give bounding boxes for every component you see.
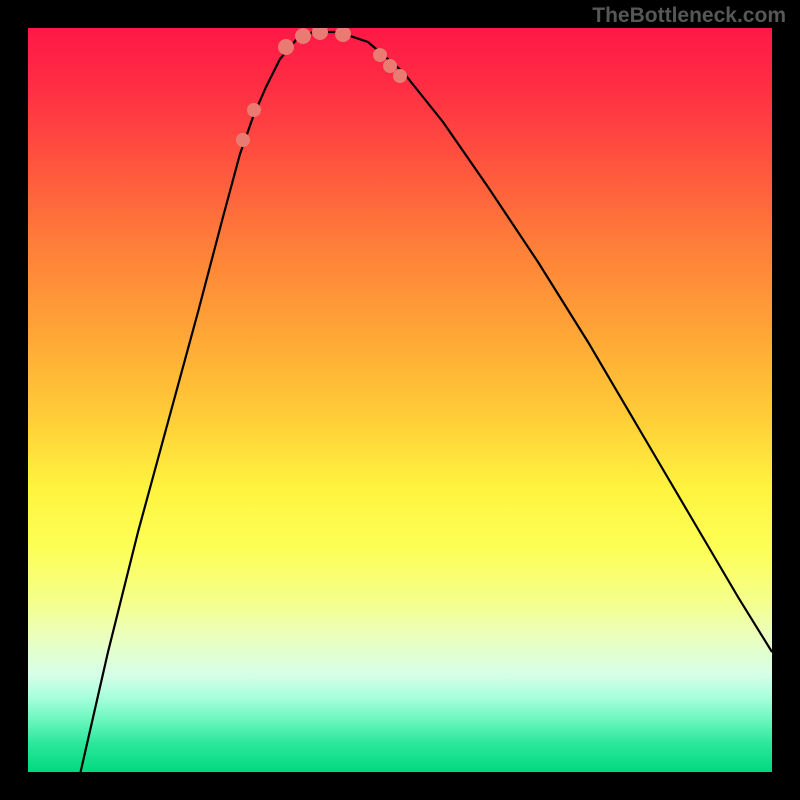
bottleneck-chart xyxy=(28,28,772,772)
outer-frame: TheBottleneck.com xyxy=(0,0,800,800)
curve-marker xyxy=(312,28,328,40)
watermark: TheBottleneck.com xyxy=(592,4,786,28)
curve-marker xyxy=(335,28,351,42)
curve-marker xyxy=(383,59,397,73)
bottleneck-curve xyxy=(76,32,772,772)
curve-marker xyxy=(236,133,250,147)
curve-marker xyxy=(373,48,387,62)
curve-marker xyxy=(295,28,311,44)
curve-marker xyxy=(278,39,294,55)
curve-marker xyxy=(393,69,407,83)
marker-group xyxy=(236,28,407,147)
curve-marker xyxy=(247,103,261,117)
